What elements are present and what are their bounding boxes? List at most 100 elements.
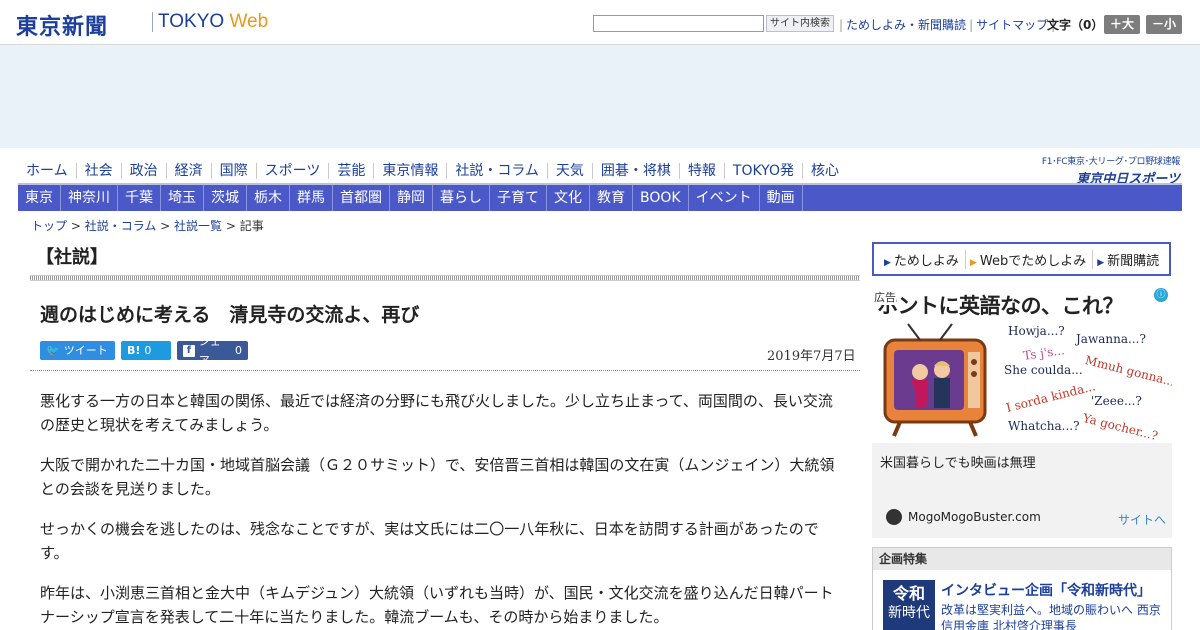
breadcrumb-editorial-list[interactable]: 社説一覧	[174, 219, 222, 233]
hatena-count: 0	[144, 344, 152, 357]
ad-word: 'Zeee...?	[1091, 394, 1142, 408]
feature-title-link[interactable]: インタビュー企画「令和新時代」	[941, 580, 1151, 600]
nav-book[interactable]: BOOK	[633, 185, 689, 211]
nav-video[interactable]: 動画	[760, 185, 803, 211]
brand-web-text: Web	[229, 11, 269, 32]
facebook-share-button[interactable]: f シェア 0	[177, 335, 248, 367]
section-hatch-divider	[30, 275, 860, 281]
nav-entertainment[interactable]: 芸能	[329, 163, 375, 179]
breadcrumb: トップ > 社説・コラム > 社説一覧 > 記事	[31, 219, 264, 233]
region-kanagawa[interactable]: 神奈川	[61, 185, 118, 211]
article-paragraph: せっかくの機会を逃したのは、残念なことですが、実は文氏には二〇一八年秋に、日本を…	[40, 520, 819, 562]
site-search-button[interactable]: サイト内検索	[766, 15, 834, 32]
region-tokyo[interactable]: 東京	[18, 185, 61, 211]
tokyo-web-brand[interactable]: TOKYO Web	[158, 11, 268, 33]
sports-banner-tagline: F1･FC東京･大リーグ･プロ野球速報	[1041, 157, 1180, 167]
font-size-decrease-button[interactable]: －小	[1146, 15, 1183, 34]
site-search-input[interactable]	[593, 15, 764, 32]
ad-image[interactable]: ホントに英語なの、これ？ 広告 ⓘ Howja...? Jawanna...? …	[872, 286, 1172, 443]
article-paragraph: 昨年は、小渕恵三首相と金大中（キムデジュン）大統領（いずれも当時）が、国民・文化…	[40, 584, 834, 626]
hatena-bookmark-button[interactable]: B! 0	[121, 341, 171, 360]
breadcrumb-top[interactable]: トップ	[31, 219, 67, 233]
article-paragraph: 大阪で開かれた二十カ国・地域首脳会議（Ｇ２０サミット）で、安倍晋三首相は韓国の文…	[40, 456, 835, 498]
nav-economy[interactable]: 経済	[167, 163, 212, 179]
ad-word: Ya gocher...?	[1081, 410, 1160, 443]
nav-international[interactable]: 国際	[212, 163, 257, 179]
trial-subscribe-link[interactable]: ためしよみ・新聞購読	[846, 18, 966, 32]
ad-word: She coulda...	[1004, 363, 1083, 377]
facebook-share-label: シェア	[198, 334, 221, 367]
region-shizuoka[interactable]: 静岡	[390, 185, 433, 211]
brand-text: TOKYO	[158, 11, 225, 32]
subscribe-label: 新聞購読	[1107, 253, 1160, 269]
feature-box: 企画特集 令和 新時代 インタビュー企画「令和新時代」 改革は堅実利益へ。地域の…	[872, 547, 1172, 630]
twitter-bird-icon: 🐦	[46, 344, 60, 357]
triangle-bullet-icon: ▶	[969, 257, 977, 268]
nav-living[interactable]: 暮らし	[433, 185, 490, 211]
sidebar-ad-card[interactable]: ホントに英語なの、これ？ 広告 ⓘ Howja...? Jawanna...? …	[872, 286, 1172, 538]
feature-thumbnail[interactable]: 令和 新時代	[883, 580, 935, 630]
top-ad-banner	[0, 45, 1200, 148]
ad-headline: ホントに英語なの、これ？	[877, 294, 1124, 318]
ad-site-link[interactable]: サイトへ	[1118, 511, 1166, 528]
nav-special-report[interactable]: 特報	[680, 163, 725, 179]
nav-society[interactable]: 社会	[77, 163, 122, 179]
ad-word: I sorda kinda...	[1004, 379, 1097, 415]
article-headline: 週のはじめに考える 清見寺の交流よ、再び	[40, 304, 420, 326]
nav-editorial-column[interactable]: 社説・コラム	[447, 163, 548, 179]
font-size-label: 文字（0）	[1047, 18, 1104, 32]
nav-tokyo-info[interactable]: 東京情報	[374, 163, 448, 179]
hatena-icon: B!	[127, 344, 141, 357]
feature-description-link[interactable]: 改革は堅実利益へ。地域の賑わいへ 西京信用金庫 北村啓介理事長	[941, 602, 1161, 630]
nav-culture[interactable]: 文化	[547, 185, 590, 211]
nav-parenting[interactable]: 子育て	[490, 185, 547, 211]
nav-kakushin[interactable]: 核心	[803, 163, 847, 179]
site-logo[interactable]: 東京新聞	[16, 9, 108, 41]
feature-thumb-line1: 令和	[892, 584, 925, 603]
tweet-button[interactable]: 🐦 ツイート	[40, 341, 115, 360]
ad-word: Mmuh gonna...	[1083, 353, 1172, 389]
region-ibaraki[interactable]: 茨城	[204, 185, 247, 211]
ad-word: Ts j's...	[1022, 343, 1066, 363]
logo-divider	[152, 12, 153, 32]
ad-caption: 米国暮らしでも映画は無理	[880, 456, 1036, 471]
nav-go-shogi[interactable]: 囲碁・将棋	[593, 163, 680, 179]
tweet-label: ツイート	[63, 344, 108, 357]
ad-choices-icon[interactable]: ⓘ	[1154, 288, 1168, 302]
breadcrumb-editorial-column[interactable]: 社説・コラム	[85, 219, 157, 233]
subscribe-link[interactable]: ▶ 新聞購読	[1093, 250, 1165, 269]
nav-sports[interactable]: スポーツ	[257, 163, 330, 179]
feature-box-header: 企画特集	[873, 548, 1171, 570]
trial-reading-link[interactable]: ▶ ためしよみ	[880, 249, 966, 269]
top-links: | ためしよみ・新聞購読 | サイトマップ |	[836, 16, 1058, 33]
nav-event[interactable]: イベント	[689, 185, 760, 211]
facebook-share-count: 0	[235, 344, 242, 357]
sitemap-link[interactable]: サイトマップ	[976, 18, 1048, 32]
feature-thumb-line2: 新時代	[888, 605, 930, 621]
article-category: 【社説】	[36, 247, 108, 268]
web-trial-label: Webでためしよみ	[979, 253, 1087, 269]
nav-politics[interactable]: 政治	[122, 163, 167, 179]
facebook-icon: f	[183, 344, 195, 357]
breadcrumb-current: 記事	[239, 219, 264, 233]
ad-word: Howja...?	[1008, 324, 1065, 338]
article-divider	[30, 370, 860, 371]
region-tochigi[interactable]: 栃木	[247, 185, 290, 211]
triangle-bullet-icon: ▶	[1097, 257, 1105, 268]
nav-education[interactable]: 教育	[590, 185, 633, 211]
region-chiba[interactable]: 千葉	[118, 185, 161, 211]
region-saitama[interactable]: 埼玉	[161, 185, 204, 211]
nav-weather[interactable]: 天気	[548, 163, 593, 179]
advertiser-logo-icon	[886, 509, 902, 525]
primary-nav: ホーム 社会 政治 経済 国際 スポーツ 芸能 東京情報 社説・コラム 天気 囲…	[18, 158, 847, 184]
region-gunma[interactable]: 群馬	[290, 185, 333, 211]
nav-tokyo-hatsu[interactable]: TOKYO発	[725, 163, 803, 179]
web-trial-link[interactable]: ▶ Webでためしよみ	[966, 249, 1094, 269]
nav-home[interactable]: ホーム	[18, 163, 77, 179]
article-paragraph: 悪化する一方の日本と韓国の関係、最近では経済の分野にも飛び火しました。少し立ち止…	[40, 392, 833, 434]
ad-word: Jawanna...?	[1076, 332, 1146, 346]
region-shutoken[interactable]: 首都圏	[333, 185, 390, 211]
ad-source: MogoMogoBuster.com	[908, 510, 1041, 524]
link-divider: |	[969, 18, 974, 32]
font-size-increase-button[interactable]: ＋大	[1104, 15, 1141, 34]
